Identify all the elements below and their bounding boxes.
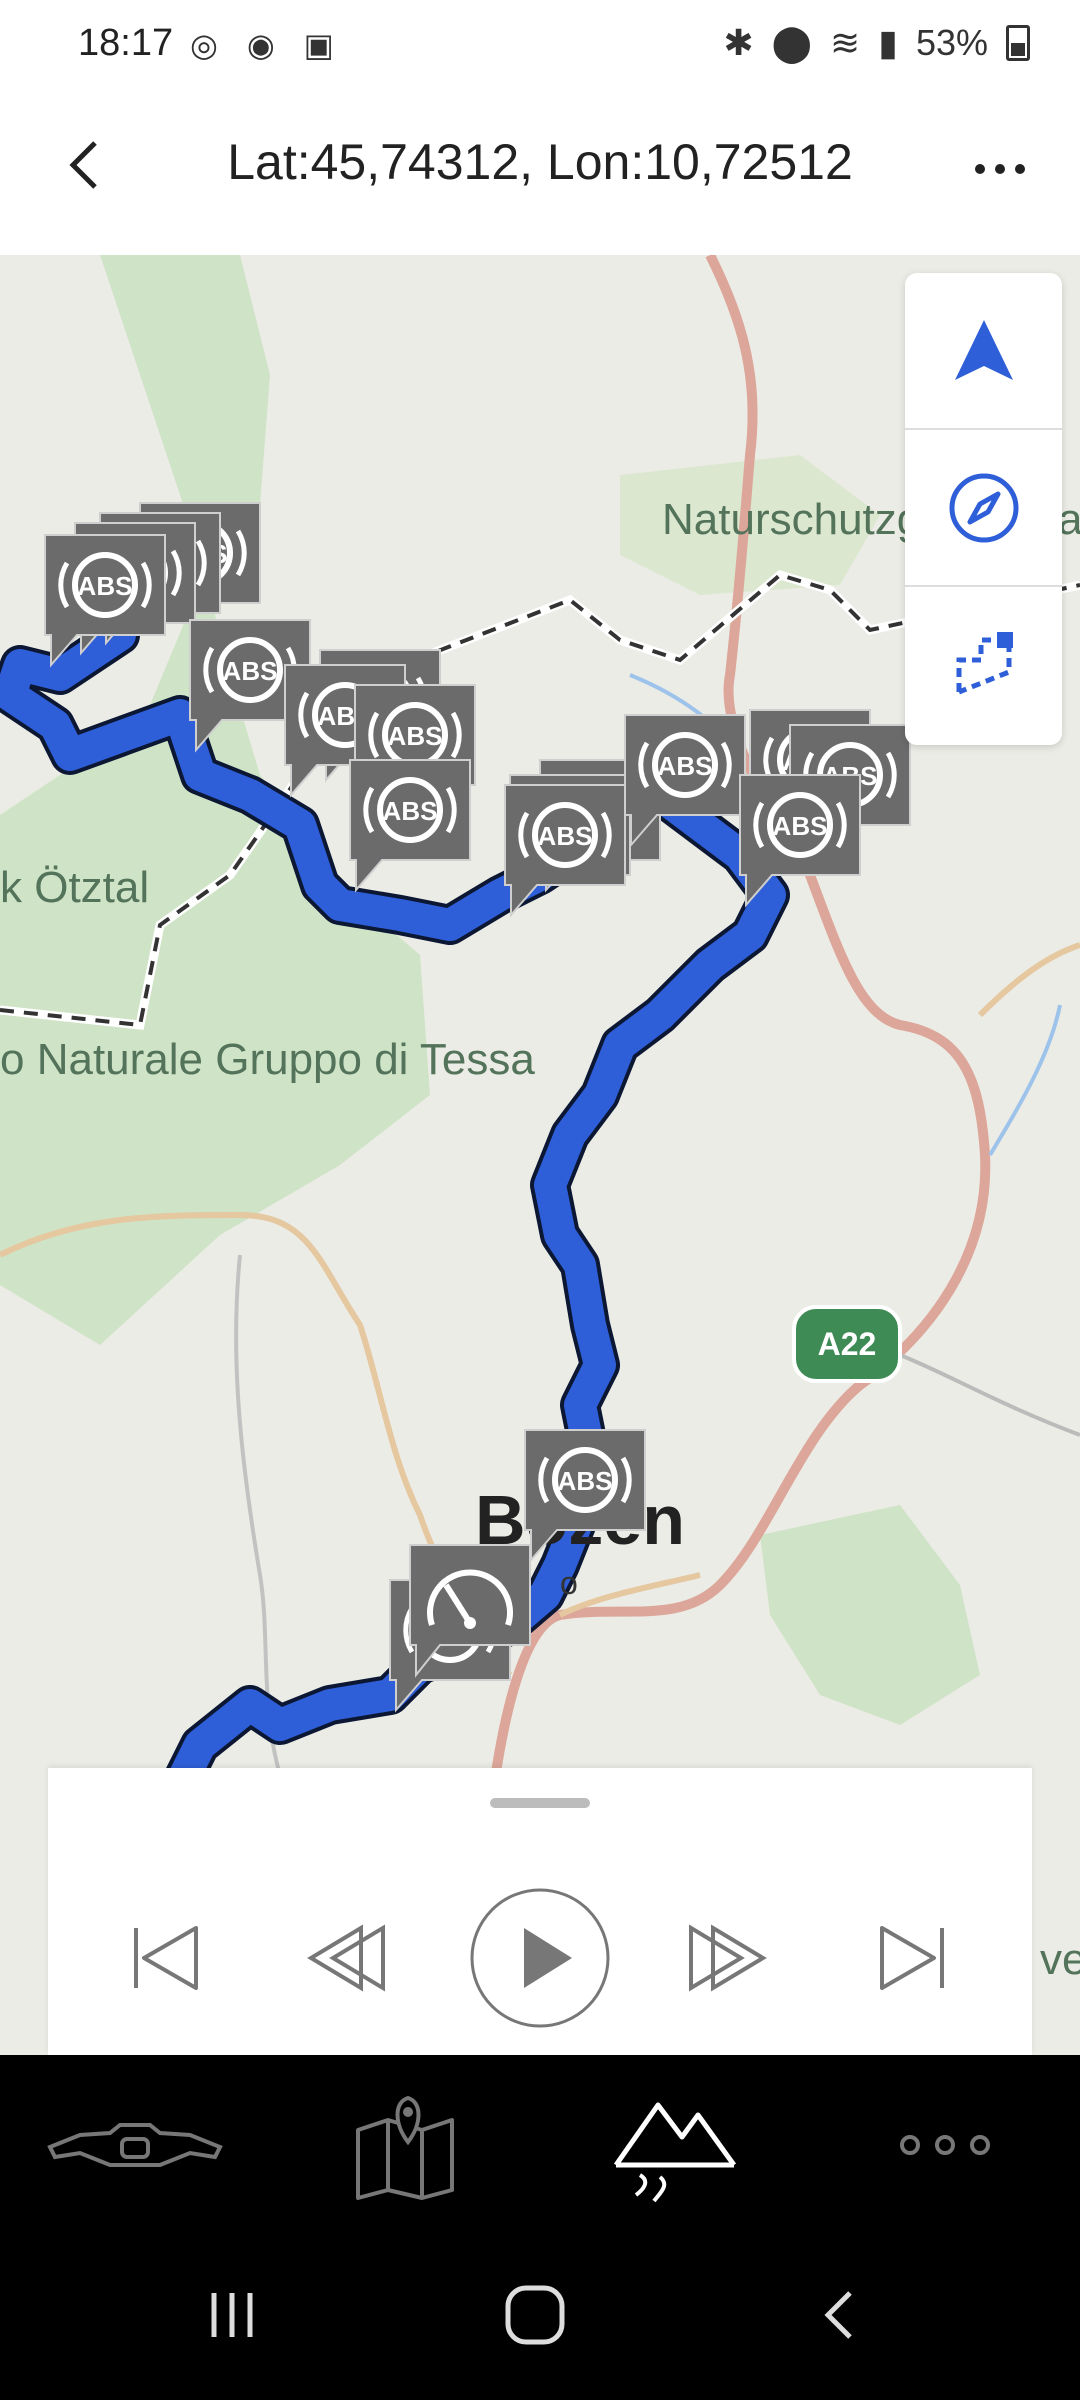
bluetooth-icon: ✱ (723, 22, 754, 63)
wifi-icon: ≋ (829, 22, 861, 63)
compass-icon (949, 473, 1018, 542)
page-title: Lat:45,74312, Lon:10,72512 (227, 134, 853, 190)
map-label-edge: ve (1040, 1935, 1080, 1984)
system-navigation-bar (0, 2230, 1080, 2400)
map-label-city-sub: o (560, 1565, 578, 1601)
bottom-navigation (0, 2055, 1080, 2230)
location-icon: ⬤ (771, 22, 812, 63)
app-bar: Lat:45,74312, Lon:10,72512 (0, 95, 1080, 255)
map-label-oetztal: k Ötztal (0, 863, 150, 912)
nav-trips[interactable] (575, 2075, 775, 2215)
battery-icon (1006, 25, 1030, 61)
signal-icon: ▮ (878, 22, 898, 63)
nav-motorcycle[interactable] (35, 2075, 235, 2215)
battery-percent: 53% (915, 22, 988, 63)
chevron-left-icon (69, 141, 97, 189)
rewind-icon (307, 1924, 385, 1992)
back-button[interactable] (50, 135, 120, 205)
skip-to-start-button[interactable] (106, 1883, 226, 2033)
road-badge-a22: A22 (792, 1305, 902, 1383)
play-icon (470, 1888, 610, 2028)
trips-mountain-icon (613, 2102, 737, 2203)
map-label-tessa: o Naturale Gruppo di Tessa (0, 1035, 535, 1084)
map-icon (356, 2095, 454, 2200)
map-label-city: Bozen (475, 1481, 685, 1559)
fast-forward-button[interactable] (666, 1883, 786, 2033)
compass-button[interactable] (905, 430, 1062, 587)
region-select-button[interactable] (905, 587, 1062, 742)
nav-more[interactable] (845, 2075, 1045, 2215)
more-options-button[interactable] (960, 135, 1040, 205)
fast-forward-icon (689, 1924, 767, 1992)
map-controls-panel (905, 273, 1062, 745)
system-back-icon (824, 2291, 852, 2339)
navigation-arrow-icon (954, 319, 1013, 380)
playback-panel (48, 1768, 1032, 2055)
skip-start-icon (134, 1926, 198, 1990)
play-button[interactable] (468, 1883, 612, 2033)
more-icon (900, 2135, 990, 2155)
motorcycle-icon (47, 2123, 223, 2167)
map-label-naturschutz: Naturschutzg (662, 495, 922, 544)
nav-map[interactable] (305, 2075, 505, 2215)
drag-handle[interactable] (490, 1798, 590, 1808)
status-bar: 18:17 ◎ ◉ ▣ ✱ ⬤ ≋ ▮ 53% (0, 0, 1080, 95)
skip-end-icon (880, 1926, 944, 1990)
skip-to-end-button[interactable] (852, 1883, 972, 2033)
system-back-button[interactable] (790, 2270, 890, 2360)
recent-apps-icon (211, 2293, 253, 2337)
notification-icons: ◎ ◉ ▣ (190, 27, 344, 63)
rewind-button[interactable] (288, 1883, 408, 2033)
recent-apps-button[interactable] (182, 2270, 282, 2360)
home-button[interactable] (485, 2270, 585, 2360)
status-time: 18:17 (78, 22, 174, 64)
status-right: ✱ ⬤ ≋ ▮ 53% (723, 22, 1030, 64)
region-select-icon (956, 631, 1013, 694)
more-dots-icon (975, 164, 1025, 174)
playback-controls (48, 1883, 1032, 2033)
home-icon (505, 2285, 565, 2345)
navigation-button[interactable] (905, 273, 1062, 430)
